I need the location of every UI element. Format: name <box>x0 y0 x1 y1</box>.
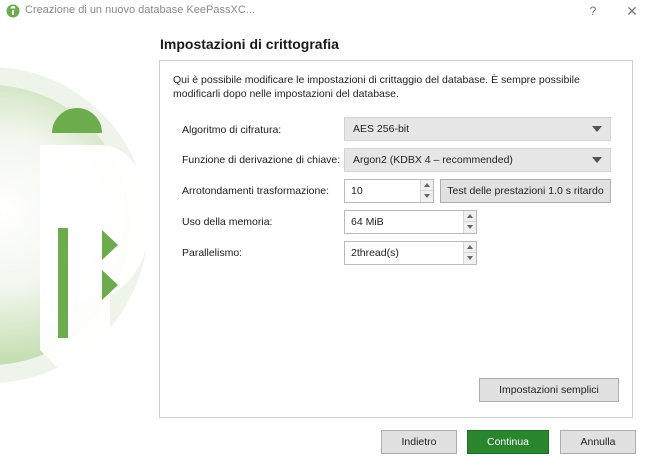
keepassxc-logo <box>0 67 150 385</box>
back-button[interactable]: Indietro <box>381 430 457 454</box>
memory-stepper <box>463 211 476 233</box>
continue-button[interactable]: Continua <box>467 430 549 454</box>
chevron-down-icon <box>592 157 602 163</box>
kdf-select[interactable]: Argon2 (KDBX 4 – recommended) <box>344 148 611 172</box>
help-button[interactable]: ? <box>580 1 606 21</box>
rounds-spinbox[interactable]: 10 <box>344 179 434 203</box>
spin-up-icon[interactable] <box>464 211 476 222</box>
page-title: Impostazioni di crittografia <box>160 36 339 52</box>
description-text: Qui è possibile modificare le impostazio… <box>173 74 580 100</box>
parallelism-value: 2thread(s) <box>351 247 399 259</box>
memory-value: 64 MiB <box>351 216 384 228</box>
spin-down-icon[interactable] <box>464 222 476 233</box>
spin-down-icon[interactable] <box>464 253 476 264</box>
memory-spinbox[interactable]: 64 MiB <box>344 210 477 234</box>
simple-settings-button[interactable]: Impostazioni semplici <box>479 378 619 402</box>
cipher-label: Algoritmo di cifratura: <box>182 124 282 136</box>
chevron-down-icon <box>592 126 602 132</box>
cipher-select[interactable]: AES 256-bit <box>344 117 611 141</box>
parallelism-spinbox[interactable]: 2thread(s) <box>344 241 477 265</box>
keepassxc-app-icon <box>6 4 20 18</box>
kdf-label: Funzione di derivazione di chiave: <box>182 154 341 166</box>
kdf-value: Argon2 (KDBX 4 – recommended) <box>353 154 513 166</box>
cancel-button[interactable]: Annulla <box>560 430 636 454</box>
parallelism-label: Parallelismo: <box>182 247 243 259</box>
settings-panel: Qui è possibile modificare le impostazio… <box>159 60 633 418</box>
spin-up-icon[interactable] <box>464 242 476 253</box>
rounds-stepper <box>420 180 433 202</box>
title-bar: Creazione di un nuovo database KeePassXC… <box>0 0 650 22</box>
memory-label: Uso della memoria: <box>182 216 273 228</box>
benchmark-button[interactable]: Test delle prestazioni 1.0 s ritardo <box>440 179 611 203</box>
spin-down-icon[interactable] <box>421 191 433 202</box>
rounds-label: Arrotondamenti trasformazione: <box>182 185 330 197</box>
cipher-value: AES 256-bit <box>353 123 410 135</box>
close-button[interactable]: ✕ <box>619 1 645 21</box>
parallelism-stepper <box>463 242 476 264</box>
window-title: Creazione di un nuovo database KeePassXC… <box>25 4 255 16</box>
rounds-value: 10 <box>351 185 363 197</box>
spin-up-icon[interactable] <box>421 180 433 191</box>
